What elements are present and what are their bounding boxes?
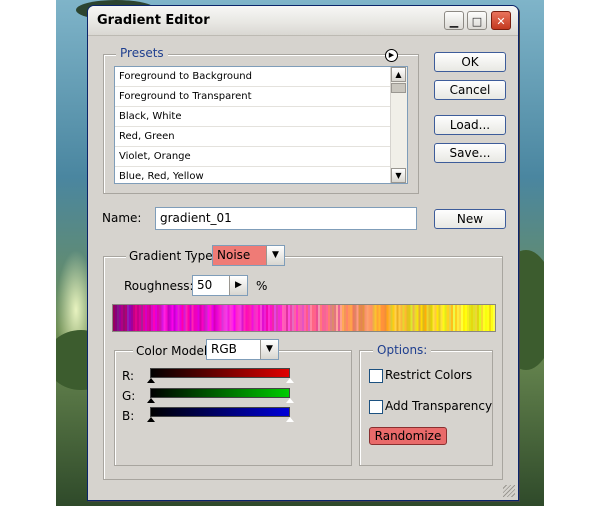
presets-legend: Presets <box>116 46 168 60</box>
close-button[interactable]: ✕ <box>491 11 511 30</box>
maximize-button[interactable]: □ <box>467 11 487 30</box>
presets-menu-button[interactable]: ▶ <box>385 49 398 62</box>
color-model-label: Color Model: <box>133 344 215 358</box>
name-input[interactable]: gradient_01 <box>155 207 417 230</box>
list-item[interactable]: Foreground to Transparent <box>115 87 407 107</box>
load-button[interactable]: Load... <box>434 115 506 135</box>
minimize-button[interactable]: ▁ <box>444 11 464 30</box>
red-max-handle[interactable] <box>286 378 294 383</box>
noise-gradient-preview <box>112 304 496 332</box>
ok-button[interactable]: OK <box>434 52 506 72</box>
blue-channel-slider[interactable] <box>150 407 290 417</box>
channel-label-r: R: <box>122 369 135 383</box>
red-min-handle[interactable] <box>147 378 155 383</box>
presets-scrollbar[interactable]: ▲ ▼ <box>390 67 407 183</box>
randomize-button[interactable]: Randomize <box>369 427 447 445</box>
blue-min-handle[interactable] <box>147 417 155 422</box>
green-max-handle[interactable] <box>286 398 294 403</box>
list-item[interactable]: Red, Green <box>115 127 407 147</box>
chevron-up-icon: ▲ <box>395 70 402 79</box>
scroll-down-button[interactable]: ▼ <box>391 168 406 183</box>
resize-grip[interactable] <box>503 485 515 497</box>
green-channel-slider[interactable] <box>150 388 290 398</box>
roughness-value: 50 <box>197 278 213 292</box>
list-item[interactable]: Black, White <box>115 107 407 127</box>
presets-list[interactable]: Foreground to Background Foreground to T… <box>114 66 408 184</box>
green-min-handle[interactable] <box>147 398 155 403</box>
chevron-right-icon[interactable]: ▶ <box>229 276 247 295</box>
options-legend: Options: <box>373 343 432 357</box>
gradient-type-select[interactable]: Noise ▼ <box>212 245 285 266</box>
save-button[interactable]: Save... <box>434 143 506 163</box>
color-model-value: RGB <box>211 342 237 356</box>
cancel-button[interactable]: Cancel <box>434 80 506 100</box>
gradient-type-label: Gradient Type: <box>126 249 220 263</box>
roughness-unit: % <box>256 279 268 293</box>
roughness-stepper[interactable]: 50 ▶ <box>192 275 248 296</box>
scroll-up-button[interactable]: ▲ <box>391 67 406 82</box>
title-bar[interactable]: Gradient Editor ▁ □ ✕ <box>88 6 518 36</box>
name-label: Name: <box>102 211 142 225</box>
scroll-thumb[interactable] <box>391 83 406 93</box>
add-transparency-checkbox[interactable] <box>369 400 383 414</box>
list-item[interactable]: Blue, Red, Yellow <box>115 167 407 183</box>
blue-max-handle[interactable] <box>286 417 294 422</box>
circle-arrow-icon: ▶ <box>388 51 395 59</box>
channel-label-g: G: <box>122 389 136 403</box>
color-model-select[interactable]: RGB ▼ <box>206 339 279 360</box>
chevron-down-icon: ▼ <box>266 246 284 265</box>
maximize-icon: □ <box>471 15 483 28</box>
list-item[interactable]: Violet, Orange <box>115 147 407 167</box>
restrict-colors-label[interactable]: Restrict Colors <box>385 368 472 382</box>
restrict-colors-checkbox[interactable] <box>369 369 383 383</box>
minimize-icon: ▁ <box>449 15 459 28</box>
channel-label-b: B: <box>122 409 135 423</box>
list-item[interactable]: Foreground to Background <box>115 67 407 87</box>
chevron-down-icon: ▼ <box>260 340 278 359</box>
add-transparency-label[interactable]: Add Transparency <box>385 399 492 413</box>
window-title: Gradient Editor <box>97 13 210 28</box>
new-button[interactable]: New <box>434 209 506 229</box>
gradient-type-value: Noise <box>217 248 251 262</box>
close-icon: ✕ <box>496 15 506 28</box>
roughness-label: Roughness: <box>124 279 194 293</box>
gradient-editor-dialog: Gradient Editor ▁ □ ✕ Presets ▶ Foregrou… <box>87 5 519 501</box>
red-channel-slider[interactable] <box>150 368 290 378</box>
chevron-down-icon: ▼ <box>395 171 402 180</box>
